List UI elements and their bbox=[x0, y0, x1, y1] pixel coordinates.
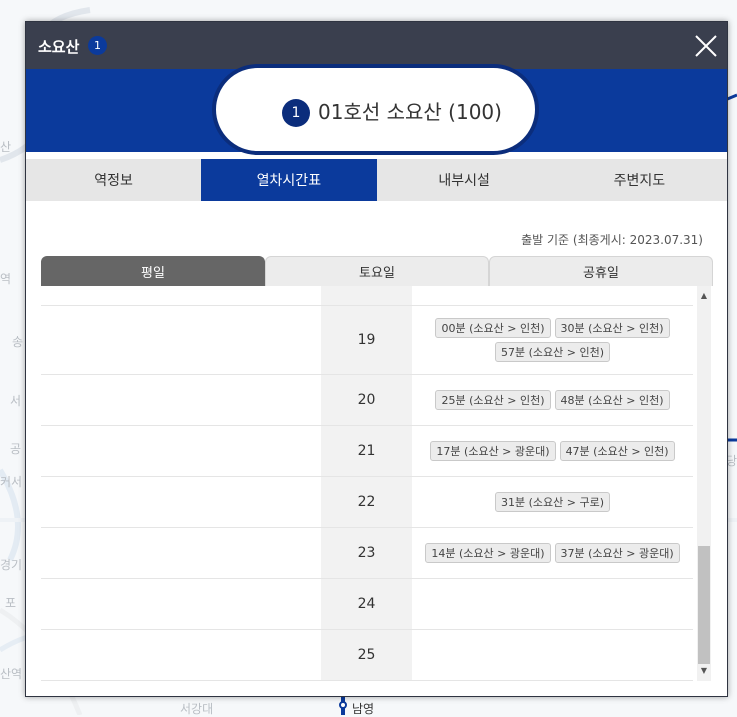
table-row: 20 25분 (소요산 > 인천) 48분 (소요산 > 인천) bbox=[41, 375, 693, 426]
train-chip: 30분 (소요산 > 인천) bbox=[554, 318, 670, 338]
tab-facilities[interactable]: 내부시설 bbox=[376, 159, 552, 201]
train-cell: 00분 (소요산 > 인천) 30분 (소요산 > 인천) 57분 (소요산 >… bbox=[412, 306, 693, 374]
train-chip: 17분 (소요산 > 광운대) bbox=[430, 441, 556, 461]
train-chip: 31분 (소요산 > 구로) bbox=[494, 492, 610, 512]
map-label: 서 bbox=[10, 394, 22, 408]
line-badge: 1 bbox=[88, 36, 107, 55]
timetable-list[interactable]: 19 00분 (소요산 > 인천) 30분 (소요산 > 인천) 57분 (소요… bbox=[41, 286, 711, 681]
map-label: 송 bbox=[12, 335, 24, 349]
map-label-namyeong: 남영 bbox=[352, 702, 375, 716]
hour-cell: 25 bbox=[321, 630, 412, 680]
table-row: 25 bbox=[41, 630, 693, 681]
map-label: 커서 bbox=[0, 475, 23, 489]
hour-cell: 22 bbox=[321, 477, 412, 527]
tab-holiday[interactable]: 공휴일 bbox=[489, 256, 713, 286]
train-chip: 00분 (소요산 > 인천) bbox=[435, 318, 551, 338]
scrollbar-thumb[interactable] bbox=[698, 546, 710, 664]
hour-cell: 24 bbox=[321, 579, 412, 629]
close-icon[interactable] bbox=[694, 34, 718, 58]
scroll-up-arrow-icon[interactable]: ▲ bbox=[697, 289, 711, 303]
table-row: 21 17분 (소요산 > 광운대) 47분 (소요산 > 인천) bbox=[41, 426, 693, 477]
train-chip: 57분 (소요산 > 인천) bbox=[494, 342, 610, 362]
tab-timetable[interactable]: 열차시간표 bbox=[201, 159, 377, 201]
hour-cell: 23 bbox=[321, 528, 412, 578]
train-chip: 37분 (소요산 > 광운대) bbox=[554, 543, 680, 563]
map-label: 산 bbox=[0, 140, 12, 154]
map-label: 공 bbox=[10, 442, 22, 456]
tab-saturday[interactable]: 토요일 bbox=[265, 256, 489, 286]
train-cell bbox=[412, 630, 693, 680]
train-cell: 25분 (소요산 > 인천) 48분 (소요산 > 인천) bbox=[412, 375, 693, 425]
day-tabs: 평일 토요일 공휴일 bbox=[41, 256, 713, 286]
map-label: 서강대 bbox=[180, 702, 214, 716]
station-modal: 소요산 1 1 01호선 소요산 (100) 역정보 열차시간표 내부시설 주변… bbox=[25, 21, 728, 697]
map-label: 역 bbox=[0, 272, 12, 286]
train-chip: 14분 (소요산 > 광운대) bbox=[425, 543, 551, 563]
timetable-scrollbar[interactable]: ▲ ▼ bbox=[697, 286, 711, 681]
train-cell: 17분 (소요산 > 광운대) 47분 (소요산 > 인천) bbox=[412, 426, 693, 476]
scroll-down-arrow-icon[interactable]: ▼ bbox=[697, 664, 711, 678]
hour-cell: 21 bbox=[321, 426, 412, 476]
table-row: 23 14분 (소요산 > 광운대) 37분 (소요산 > 광운대) bbox=[41, 528, 693, 579]
train-chip: 47분 (소요산 > 인천) bbox=[559, 441, 675, 461]
train-chip: 25분 (소요산 > 인천) bbox=[435, 390, 551, 410]
station-pill: 1 01호선 소요산 (100) bbox=[212, 64, 539, 155]
hour-cell: 20 bbox=[321, 375, 412, 425]
table-row bbox=[41, 286, 693, 306]
line-number-badge: 1 bbox=[282, 99, 310, 127]
table-row: 19 00분 (소요산 > 인천) 30분 (소요산 > 인천) 57분 (소요… bbox=[41, 306, 693, 375]
train-chip: 48분 (소요산 > 인천) bbox=[554, 390, 670, 410]
hour-cell bbox=[321, 286, 412, 305]
tab-nearby-map[interactable]: 주변지도 bbox=[551, 159, 727, 201]
modal-title: 소요산 bbox=[38, 38, 80, 56]
train-cell bbox=[412, 579, 693, 629]
map-label: 산역 bbox=[0, 667, 23, 681]
tab-weekday[interactable]: 평일 bbox=[41, 256, 265, 286]
timetable-note: 출발 기준 (최종게시: 2023.07.31) bbox=[521, 233, 703, 247]
station-banner: 1 01호선 소요산 (100) bbox=[26, 64, 727, 155]
tab-station-info[interactable]: 역정보 bbox=[26, 159, 202, 201]
modal-header: 소요산 1 bbox=[26, 22, 727, 69]
train-cell: 31분 (소요산 > 구로) bbox=[412, 477, 693, 527]
table-row: 22 31분 (소요산 > 구로) bbox=[41, 477, 693, 528]
map-label: 경기 bbox=[0, 558, 23, 572]
station-name: 01호선 소요산 (100) bbox=[318, 100, 502, 124]
train-cell bbox=[412, 286, 693, 305]
station-tabs: 역정보 열차시간표 내부시설 주변지도 bbox=[26, 159, 727, 201]
map-label: 포 bbox=[5, 596, 17, 610]
table-row: 24 bbox=[41, 579, 693, 630]
hour-cell: 19 bbox=[321, 306, 412, 374]
train-cell: 14분 (소요산 > 광운대) 37분 (소요산 > 광운대) bbox=[412, 528, 693, 578]
